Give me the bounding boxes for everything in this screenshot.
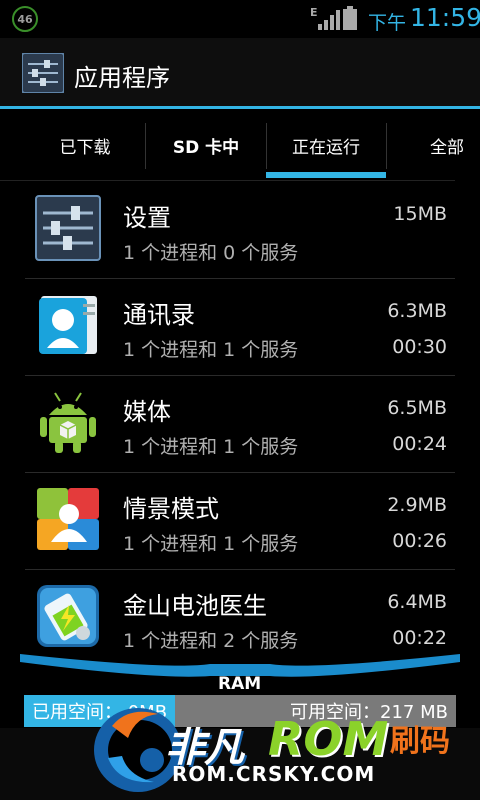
- app-memory: 15MB: [393, 203, 447, 225]
- list-item[interactable]: 通讯录 1 个进程和 1 个服务 6.3MB 00:30: [25, 280, 455, 376]
- status-bar: 46 E 下午 11:59: [0, 0, 480, 38]
- settings-sliders-icon[interactable]: [22, 53, 64, 93]
- app-memory: 6.4MB: [387, 591, 447, 613]
- tab-selected-indicator: [266, 172, 386, 178]
- app-process-info: 1 个进程和 2 个服务: [123, 630, 299, 652]
- page-title: 应用程序: [74, 64, 170, 92]
- settings-icon: [35, 195, 101, 261]
- app-process-info: 1 个进程和 0 个服务: [123, 242, 299, 264]
- app-memory: 6.3MB: [387, 300, 447, 322]
- tab-sd-card[interactable]: SD 卡中: [146, 109, 266, 182]
- watermark-extra-text: 刷码: [390, 724, 450, 759]
- app-runtime: 00:26: [392, 530, 447, 552]
- ram-label: RAM: [218, 674, 262, 694]
- clock-ampm: 下午: [368, 12, 407, 34]
- app-name: 金山电池医生: [123, 592, 267, 620]
- app-runtime: 00:22: [392, 627, 447, 649]
- list-divider: [25, 472, 455, 473]
- clock-time: 11:59: [410, 3, 480, 32]
- contacts-icon: [39, 296, 97, 354]
- action-bar: 应用程序: [0, 38, 480, 106]
- app-name: 情景模式: [123, 495, 219, 523]
- tab-all[interactable]: 全部: [386, 109, 480, 182]
- app-memory: 6.5MB: [387, 397, 447, 419]
- app-process-info: 1 个进程和 1 个服务: [123, 533, 299, 555]
- battery-icon: [343, 6, 357, 30]
- list-divider: [25, 569, 455, 570]
- app-name: 媒体: [123, 398, 171, 426]
- app-name: 设置: [123, 204, 171, 232]
- list-item[interactable]: 设置 1 个进程和 0 个服务 15MB: [25, 183, 455, 279]
- app-runtime: 00:24: [392, 433, 447, 455]
- tab-strip: 已下载 SD 卡中 正在运行 全部: [0, 109, 480, 182]
- list-divider: [25, 278, 455, 279]
- battery-doctor-icon: [37, 585, 99, 647]
- list-divider: [25, 375, 455, 376]
- signal-icon: [318, 10, 340, 30]
- list-item[interactable]: 情景模式 1 个进程和 1 个服务 2.9MB 00:26: [25, 474, 455, 570]
- tab-downloaded[interactable]: 已下载: [25, 109, 145, 182]
- tab-strip-divider: [0, 180, 455, 181]
- list-item[interactable]: 媒体 1 个进程和 1 个服务 6.5MB 00:24: [25, 377, 455, 473]
- network-type: E: [310, 6, 318, 19]
- watermark-url: ROM.CRSKY.COM: [172, 762, 376, 786]
- app-process-info: 1 个进程和 1 个服务: [123, 339, 299, 361]
- app-runtime: 00:30: [392, 336, 447, 358]
- profiles-icon: [37, 488, 99, 550]
- watermark-rom-text: ROM: [268, 712, 389, 766]
- notification-badge: 46: [12, 6, 38, 32]
- app-memory: 2.9MB: [387, 494, 447, 516]
- app-process-info: 1 个进程和 1 个服务: [123, 436, 299, 458]
- app-name: 通讯录: [123, 301, 195, 329]
- android-media-icon: [40, 392, 96, 453]
